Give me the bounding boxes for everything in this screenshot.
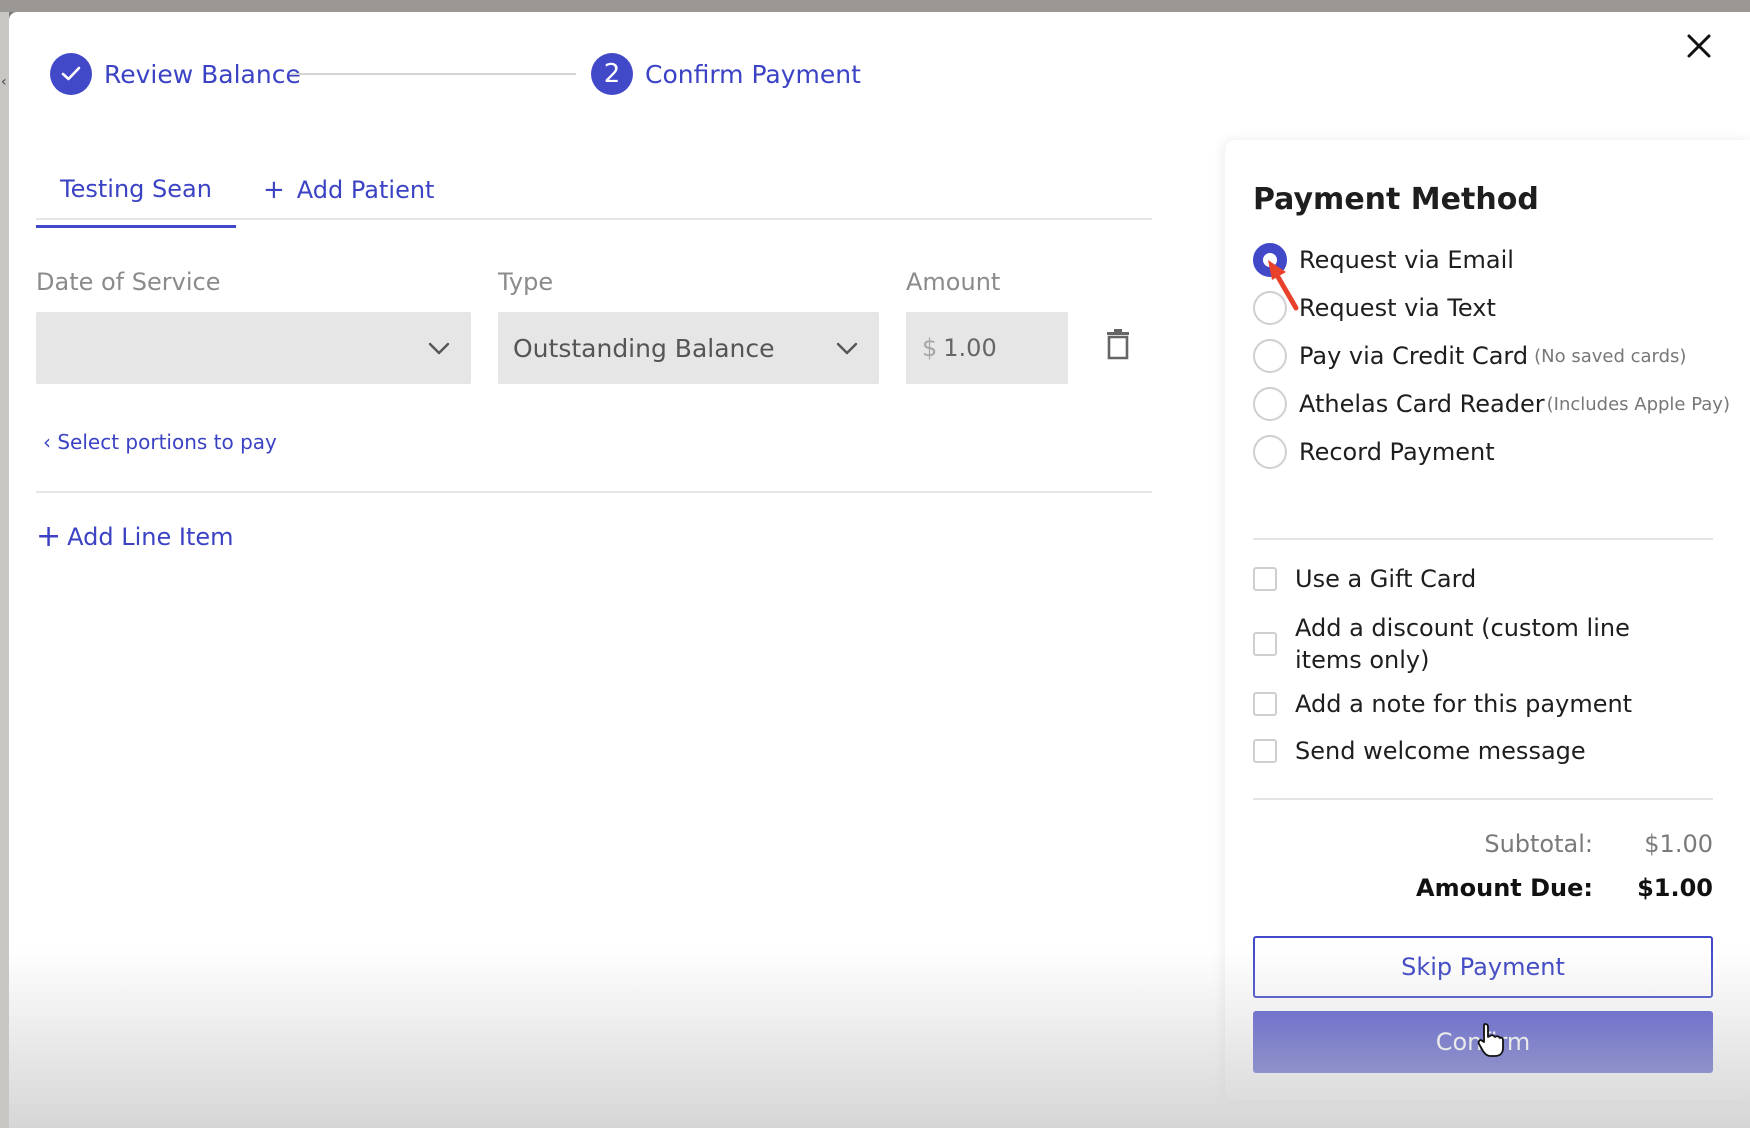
amount-value: 1.00 — [943, 334, 997, 362]
type-label: Type — [498, 268, 554, 296]
stepper-connector — [291, 73, 576, 75]
chevron-down-icon — [428, 342, 450, 355]
method-pay-via-credit-card[interactable]: Pay via Credit Card (No saved cards) — [1253, 339, 1686, 373]
subtotal-value: $1.00 — [1644, 830, 1713, 858]
option-add-note[interactable]: Add a note for this payment — [1253, 688, 1632, 720]
option-label: Add a note for this payment — [1295, 690, 1633, 718]
amount-due-row: Amount Due: $1.00 — [1353, 874, 1713, 902]
subtotal-row: Subtotal: $1.00 — [1353, 830, 1713, 858]
date-of-service-select[interactable] — [36, 312, 471, 384]
annotation-arrow-icon — [1268, 260, 1299, 311]
add-line-item-label: Add Line Item — [67, 523, 234, 551]
add-patient-tab[interactable]: + Add Patient — [263, 152, 434, 228]
select-portions-link[interactable]: ‹ Select portions to pay — [43, 430, 277, 454]
hand-cursor-icon — [1477, 1023, 1504, 1057]
method-note: (No saved cards) — [1534, 345, 1687, 367]
divider — [36, 218, 1152, 220]
option-label: Use a Gift Card — [1295, 565, 1477, 593]
checkbox[interactable] — [1253, 567, 1277, 591]
step-label: Confirm Payment — [645, 59, 861, 89]
checkbox[interactable] — [1253, 632, 1277, 656]
radio-button[interactable] — [1253, 387, 1287, 421]
chevron-down-icon — [836, 342, 858, 355]
step-confirm-payment: 2 Confirm Payment — [591, 53, 861, 95]
amount-due-value: $1.00 — [1637, 874, 1713, 902]
select-portions-label: Select portions to pay — [57, 430, 277, 454]
background-window-edge: ‹ — [0, 12, 9, 1128]
chevron-left-icon: ‹ — [43, 430, 58, 454]
method-label: Request via Email — [1299, 246, 1514, 274]
type-select[interactable]: Outstanding Balance — [498, 312, 879, 384]
method-athelas-card-reader[interactable]: Athelas Card Reader (Includes Apple Pay) — [1253, 387, 1730, 421]
tab-testing-sean[interactable]: Testing Sean — [36, 152, 236, 228]
divider — [1253, 798, 1713, 800]
type-value: Outstanding Balance — [513, 333, 775, 363]
option-send-welcome-message[interactable]: Send welcome message — [1253, 735, 1586, 767]
payment-modal: Review Balance 2 Confirm Payment Testing… — [9, 12, 1750, 1128]
amount-input[interactable]: $ 1.00 — [906, 312, 1068, 384]
tab-label: Testing Sean — [60, 174, 212, 203]
method-note: (Includes Apple Pay) — [1546, 393, 1730, 415]
subtotal-label: Subtotal: — [1484, 830, 1593, 858]
plus-icon: + — [36, 519, 62, 554]
delete-line-item-button[interactable] — [1105, 328, 1131, 364]
add-patient-label: Add Patient — [296, 176, 435, 204]
method-label: Record Payment — [1299, 438, 1495, 466]
payment-method-title: Payment Method — [1253, 182, 1539, 217]
method-label: Pay via Credit Card — [1299, 342, 1529, 370]
divider — [36, 491, 1152, 493]
check-icon — [61, 66, 81, 81]
background-window-strip — [0, 0, 1750, 12]
plus-icon: + — [263, 175, 285, 205]
option-use-gift-card[interactable]: Use a Gift Card — [1253, 563, 1476, 595]
amount-label: Amount — [906, 268, 1001, 296]
date-of-service-label: Date of Service — [36, 268, 221, 296]
add-line-item-button[interactable]: + Add Line Item — [36, 522, 234, 552]
method-label: Athelas Card Reader — [1299, 390, 1545, 418]
step-review-balance: Review Balance — [50, 53, 301, 95]
amount-due-label: Amount Due: — [1416, 874, 1593, 902]
option-label: Add a discount (custom line items only) — [1295, 614, 1630, 674]
trash-icon — [1107, 329, 1129, 360]
method-record-payment[interactable]: Record Payment — [1253, 435, 1495, 469]
checkbox[interactable] — [1253, 739, 1277, 763]
option-label: Send welcome message — [1295, 737, 1586, 765]
divider — [1253, 538, 1713, 540]
radio-button[interactable] — [1253, 435, 1287, 469]
step-number-badge: 2 — [591, 53, 633, 95]
close-button[interactable] — [1681, 28, 1717, 64]
step-label: Review Balance — [104, 59, 301, 89]
method-label: Request via Text — [1299, 294, 1496, 322]
skip-payment-button[interactable]: Skip Payment — [1253, 936, 1713, 998]
radio-button[interactable] — [1253, 339, 1287, 373]
currency-symbol: $ — [922, 334, 938, 362]
option-add-discount[interactable]: Add a discount (custom line items only) — [1253, 612, 1693, 676]
step-complete-badge — [50, 53, 92, 95]
checkbox[interactable] — [1253, 692, 1277, 716]
close-icon — [1687, 34, 1711, 58]
